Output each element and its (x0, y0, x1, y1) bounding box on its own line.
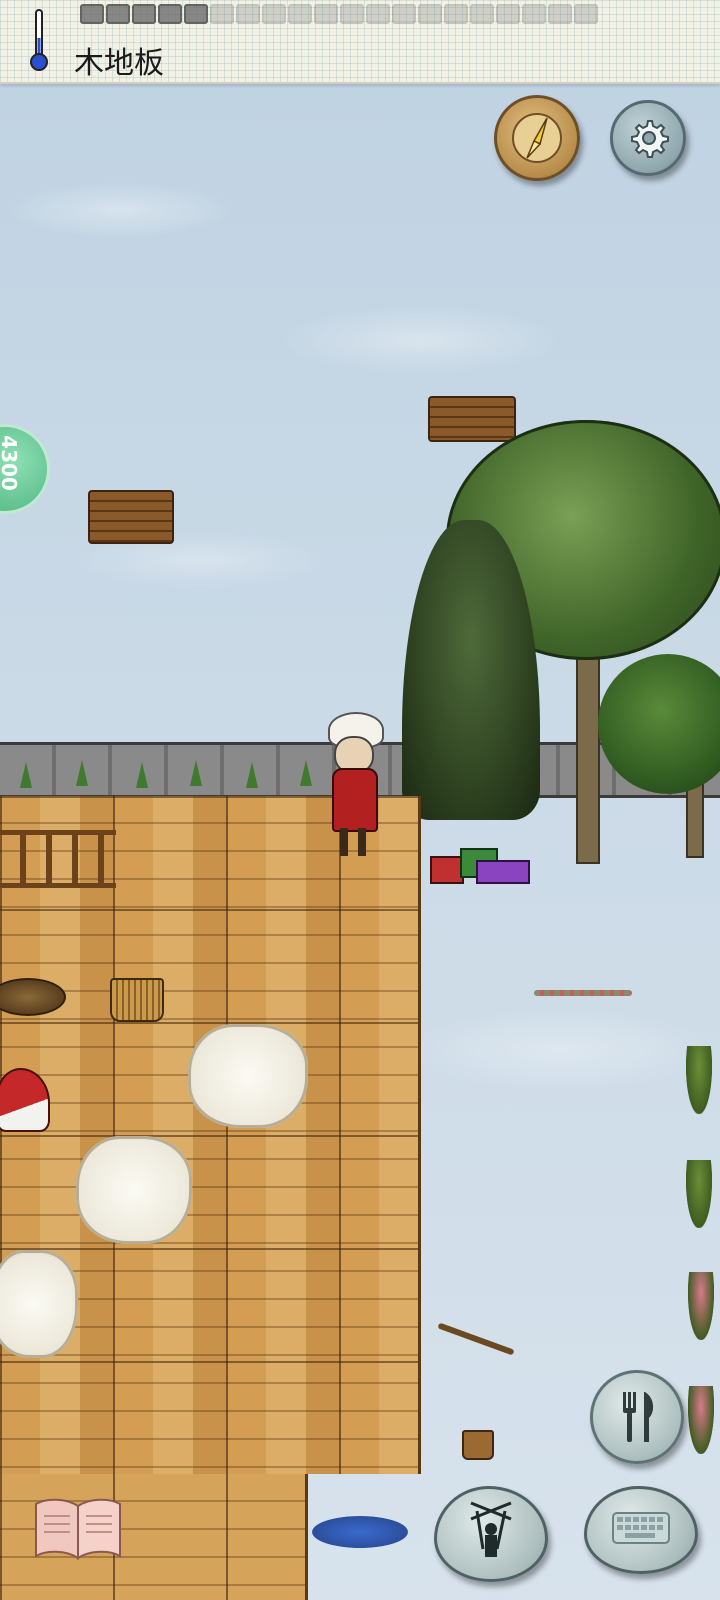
gear-icon (631, 120, 669, 158)
sheepskin-rug[interactable] (76, 1136, 192, 1244)
food-slot (158, 4, 182, 24)
side-tab[interactable]: 4300 (0, 424, 50, 514)
food-slot-empty (522, 4, 546, 24)
eat-button[interactable] (590, 1370, 684, 1464)
food-slot-empty (444, 4, 468, 24)
compass-button[interactable] (494, 95, 580, 181)
food-slot (184, 4, 208, 24)
tile-label: 木地板 (74, 46, 164, 81)
puppet-icon (470, 1501, 512, 1557)
food-slot-empty (418, 4, 442, 24)
fallen-garland (534, 990, 632, 996)
flower-plant[interactable] (688, 1386, 714, 1454)
compass-icon (512, 113, 562, 163)
food-slot-empty (496, 4, 520, 24)
game-world[interactable]: 木地板 4300 (0, 0, 720, 1600)
hoe-tool[interactable] (437, 1322, 515, 1356)
grass-tuft (136, 762, 148, 788)
wooden-bucket[interactable] (462, 1430, 494, 1460)
gift-boxes[interactable] (430, 848, 530, 884)
sheepskin-rug[interactable] (0, 1250, 78, 1358)
food-slot-empty (288, 4, 312, 24)
food-slot-empty (574, 4, 598, 24)
frozen-pond[interactable] (312, 1516, 408, 1548)
thermometer-icon (30, 9, 48, 71)
fork-knife-icon (623, 1392, 654, 1442)
food-slot-empty (262, 4, 286, 24)
wooden-floor[interactable] (0, 796, 421, 1474)
side-tab-value: 4300 (0, 435, 22, 491)
settings-button[interactable] (610, 100, 686, 176)
grass-tuft (190, 760, 202, 786)
food-slot-empty (314, 4, 338, 24)
woodpile[interactable] (88, 490, 174, 544)
food-slot-empty (548, 4, 572, 24)
food-slot-empty (210, 4, 234, 24)
grass-tuft (20, 762, 32, 788)
emote-button[interactable] (434, 1486, 548, 1582)
food-slot (80, 4, 104, 24)
flower-plant[interactable] (688, 1272, 714, 1340)
food-slot (132, 4, 156, 24)
ladder[interactable] (0, 830, 116, 888)
food-slot-empty (340, 4, 364, 24)
woodpile[interactable] (428, 396, 516, 442)
top-hud: 木地板 (0, 0, 720, 84)
tree-trunk (576, 640, 600, 864)
grass-tuft (246, 762, 258, 788)
chat-keyboard-button[interactable] (584, 1486, 698, 1574)
straw-basket[interactable] (110, 978, 164, 1022)
food-slot-empty (392, 4, 416, 24)
food-slot-empty (470, 4, 494, 24)
food-slot (106, 4, 130, 24)
player-character[interactable] (326, 712, 384, 862)
open-book-icon (35, 1498, 121, 1560)
bean-plant[interactable] (686, 1046, 712, 1114)
grass-tuft (76, 760, 88, 786)
bean-plant[interactable] (686, 1160, 712, 1228)
food-slot-empty (366, 4, 390, 24)
sheepskin-rug[interactable] (188, 1024, 308, 1128)
keyboard-icon (612, 1512, 670, 1544)
food-slot-empty (236, 4, 260, 24)
hunger-slots (80, 4, 598, 26)
grass-tuft (300, 760, 312, 786)
recipe-book-button[interactable] (30, 1494, 126, 1564)
